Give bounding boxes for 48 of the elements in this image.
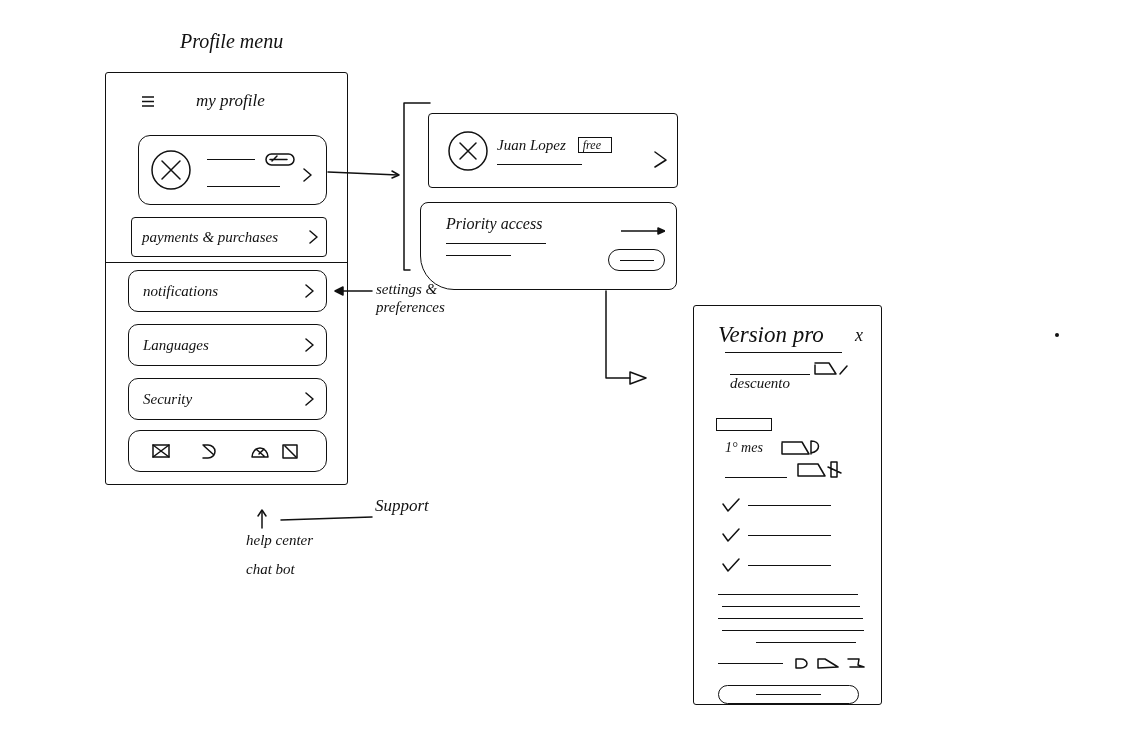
ink-dot-icon: [1055, 333, 1059, 337]
envelope-icon[interactable]: [152, 444, 170, 458]
chevron-icon: [305, 338, 314, 352]
chevron-icon: [303, 168, 312, 182]
annotation-text: chat bot: [246, 561, 296, 578]
arrow-icon: [621, 227, 665, 235]
chevron-icon: [305, 284, 314, 298]
close-button[interactable]: x: [849, 324, 869, 346]
text-placeholder-line: [725, 477, 787, 479]
screen-title: my profile: [196, 91, 265, 111]
menu-item[interactable]: Languages: [128, 324, 327, 366]
image-placeholder-icon: [151, 150, 191, 190]
text-placeholder-line: [446, 255, 511, 256]
bracket-icon: [847, 657, 865, 670]
menu-item[interactable]: Security: [128, 378, 327, 420]
action-button[interactable]: [608, 249, 665, 271]
chevron-icon: [654, 151, 667, 168]
discount-label: descuento: [730, 375, 790, 392]
modal-title: Version pro: [718, 322, 824, 348]
canvas-title: Profile menu: [180, 30, 284, 53]
text-placeholder-line: [718, 662, 783, 664]
text-placeholder-line: [207, 159, 255, 160]
user-name: Juan Lopez: [497, 136, 566, 154]
action-button[interactable]: [718, 685, 859, 704]
pointer-arrow: [257, 509, 267, 529]
user-card[interactable]: Juan Lopez free: [428, 113, 678, 188]
plan-badge: free: [577, 137, 612, 153]
menu-item[interactable]: payments & purchases: [131, 217, 327, 257]
annotation-text: help center: [246, 532, 314, 549]
annotation-text: settings & preferences: [376, 280, 446, 316]
text-placeholder-line: [756, 694, 821, 696]
square-slash-icon[interactable]: [282, 443, 298, 459]
price-label: 1° mes: [725, 439, 763, 456]
menu-icon[interactable]: [142, 95, 154, 107]
tag-icon: [814, 361, 848, 375]
chevron-icon: [305, 392, 314, 406]
tag-icon: [817, 657, 839, 670]
card-title: Priority access: [446, 215, 544, 233]
tag-icon: [797, 461, 845, 479]
dome-icon[interactable]: [251, 444, 269, 458]
badge-icon: [265, 153, 295, 166]
annotation-text: Support: [375, 496, 429, 516]
menu-item[interactable]: notifications: [128, 270, 327, 312]
placeholder-rectangle: [716, 418, 772, 432]
chevron-icon: [309, 230, 318, 244]
text-placeholder-line: [619, 259, 654, 261]
profile-card[interactable]: [138, 135, 327, 205]
image-placeholder-icon: [448, 130, 488, 171]
